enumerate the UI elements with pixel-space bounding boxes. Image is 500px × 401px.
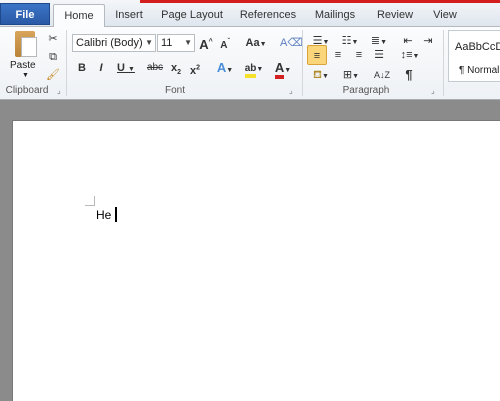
chevron-down-icon: ▼ bbox=[128, 66, 135, 73]
tab-page-layout[interactable]: Page Layout bbox=[160, 4, 224, 27]
style-normal-label: ¶ Normal bbox=[459, 65, 500, 76]
align-center-icon: ≡ bbox=[334, 49, 342, 61]
paste-button[interactable]: Paste ▼ bbox=[8, 29, 42, 81]
clear-formatting-icon: A⌫ bbox=[280, 37, 303, 49]
italic-icon: I bbox=[99, 62, 103, 74]
document-area: He bbox=[0, 100, 500, 401]
ribbon-tab-bar: File Home Insert Page Layout References … bbox=[0, 0, 500, 28]
group-separator bbox=[66, 30, 67, 96]
superscript-button[interactable]: x2 bbox=[187, 58, 203, 78]
line-spacing-button[interactable]: ↕≡▼ bbox=[397, 45, 423, 65]
align-center-button[interactable]: ≡ bbox=[328, 45, 348, 65]
text-cursor bbox=[115, 207, 118, 222]
increase-indent-icon: ⇥ bbox=[423, 35, 433, 47]
sort-az-button[interactable]: A↓Z bbox=[372, 65, 392, 85]
strikethrough-icon: abc bbox=[146, 62, 164, 73]
change-case-button[interactable]: Aa▼ bbox=[244, 33, 268, 53]
grow-font-icon: A^ bbox=[199, 37, 213, 53]
crop-mark bbox=[85, 196, 95, 206]
chevron-down-icon: ▼ bbox=[259, 41, 267, 48]
subscript-icon: x2 bbox=[170, 62, 182, 77]
font-launcher-icon[interactable]: ⌟ bbox=[289, 86, 298, 95]
document-text[interactable]: He bbox=[96, 207, 118, 222]
underline-icon: U bbox=[117, 62, 125, 74]
underline-button[interactable]: U ▼ bbox=[114, 58, 138, 78]
pilcrow-icon: ¶ bbox=[405, 67, 413, 82]
superscript-icon: x2 bbox=[189, 64, 201, 77]
copy-button[interactable]: ⧉ bbox=[45, 47, 61, 67]
chevron-down-icon: ▼ bbox=[145, 38, 153, 47]
paint-bucket-icon: ⛾ bbox=[313, 69, 323, 81]
text-effects-button[interactable]: A▼ bbox=[214, 58, 236, 78]
chevron-down-icon: ▼ bbox=[226, 67, 234, 74]
chevron-down-icon: ▼ bbox=[22, 72, 29, 79]
tab-review[interactable]: Review bbox=[374, 4, 416, 27]
clear-formatting-button[interactable]: A⌫ bbox=[280, 33, 303, 53]
group-separator bbox=[443, 30, 444, 96]
scissors-icon: ✂ bbox=[48, 33, 58, 45]
font-color-button[interactable]: A▼ bbox=[270, 58, 296, 79]
copy-icon: ⧉ bbox=[49, 51, 57, 63]
align-left-button[interactable]: ≡ bbox=[307, 45, 327, 65]
ribbon-home: Paste ▼ ✂ ⧉ 🖌 Clipboard ⌟ Calibri (Body)… bbox=[0, 27, 500, 100]
subscript-button[interactable]: x2 bbox=[168, 58, 184, 78]
justify-button[interactable]: ☰ bbox=[369, 45, 389, 65]
highlight-button[interactable]: ab▼ bbox=[241, 58, 267, 78]
style-sample-text: AaBbCcD bbox=[455, 41, 500, 53]
group-separator bbox=[302, 30, 303, 96]
grow-font-button[interactable]: A^ bbox=[198, 33, 214, 53]
bold-icon: B bbox=[78, 62, 86, 74]
tab-insert[interactable]: Insert bbox=[112, 4, 146, 27]
tab-home[interactable]: Home bbox=[53, 4, 105, 28]
justify-icon: ☰ bbox=[374, 49, 384, 61]
change-case-label: Aa bbox=[245, 37, 260, 49]
title-accent-line bbox=[140, 0, 500, 3]
align-left-icon: ≡ bbox=[313, 50, 321, 62]
tab-references[interactable]: References bbox=[238, 4, 298, 27]
line-spacing-icon: ↕≡ bbox=[400, 49, 413, 61]
highlighter-icon: ab bbox=[244, 63, 257, 78]
brush-icon: 🖌 bbox=[46, 69, 60, 81]
strikethrough-button[interactable]: abc bbox=[145, 58, 165, 78]
shading-button[interactable]: ⛾▼ bbox=[308, 65, 334, 85]
document-page[interactable]: He bbox=[12, 120, 500, 401]
group-label-clipboard: Clipboard bbox=[5, 85, 49, 96]
italic-button[interactable]: I bbox=[93, 58, 109, 78]
align-right-button[interactable]: ≡ bbox=[349, 45, 369, 65]
clipboard-icon bbox=[15, 31, 37, 57]
font-name-value: Calibri (Body) bbox=[76, 37, 143, 49]
show-formatting-button[interactable]: ¶ bbox=[401, 65, 417, 85]
borders-button[interactable]: ⊞▼ bbox=[338, 65, 364, 85]
shrink-font-button[interactable]: Aˇ bbox=[217, 33, 233, 53]
chevron-down-icon: ▼ bbox=[256, 66, 264, 73]
text-effects-icon: A bbox=[216, 60, 227, 75]
sort-az-icon: A↓Z bbox=[373, 70, 390, 80]
chevron-down-icon: ▼ bbox=[352, 73, 360, 80]
tab-file[interactable]: File bbox=[0, 3, 50, 25]
bold-button[interactable]: B bbox=[74, 58, 90, 78]
group-label-paragraph: Paragraph bbox=[342, 85, 390, 96]
tab-view[interactable]: View bbox=[428, 4, 462, 27]
cut-button[interactable]: ✂ bbox=[45, 29, 61, 49]
tab-mailings[interactable]: Mailings bbox=[310, 4, 360, 27]
paste-label: Paste bbox=[10, 60, 36, 71]
paragraph-launcher-icon[interactable]: ⌟ bbox=[431, 86, 440, 95]
clipboard-launcher-icon[interactable]: ⌟ bbox=[57, 86, 66, 95]
format-painter-button[interactable]: 🖌 bbox=[45, 65, 61, 85]
font-size-value: 11 bbox=[161, 37, 173, 49]
borders-icon: ⊞ bbox=[342, 69, 353, 81]
document-text-content: He bbox=[96, 208, 112, 222]
shrink-font-icon: Aˇ bbox=[220, 39, 230, 52]
font-color-icon: A bbox=[274, 60, 285, 79]
align-right-icon: ≡ bbox=[355, 49, 363, 61]
chevron-down-icon: ▼ bbox=[184, 38, 192, 47]
chevron-down-icon: ▼ bbox=[322, 73, 329, 80]
chevron-down-icon: ▼ bbox=[284, 67, 292, 74]
style-normal-tile[interactable]: AaBbCcD ¶ Normal bbox=[448, 30, 500, 82]
font-size-combo[interactable]: 11 ▼ bbox=[157, 34, 195, 52]
group-label-font: Font bbox=[164, 85, 185, 96]
chevron-down-icon: ▼ bbox=[412, 53, 420, 60]
font-name-combo[interactable]: Calibri (Body) ▼ bbox=[72, 34, 156, 52]
